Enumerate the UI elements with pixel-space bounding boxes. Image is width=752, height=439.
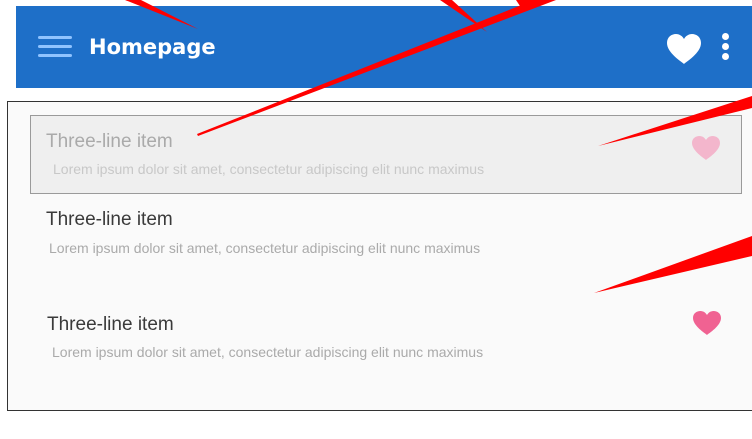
heart-icon[interactable] [691,309,723,337]
more-vert-icon[interactable] [718,33,732,67]
heart-icon[interactable] [664,32,704,66]
list-item-title: Three-line item [47,314,174,335]
list-item-subtitle: Lorem ipsum dolor sit amet, consectetur … [49,240,481,256]
list-item-title: Three-line item [46,209,173,230]
list-item-subtitle: Lorem ipsum dolor sit amet, consectetur … [52,344,484,360]
page-title: Homepage [89,35,216,59]
list-item-title: Three-line item [46,131,173,152]
list-item[interactable]: Three-line item Lorem ipsum dolor sit am… [30,300,742,370]
hamburger-icon[interactable] [38,34,72,60]
list-item[interactable]: Three-line item Lorem ipsum dolor sit am… [30,115,742,194]
top-app-bar: Homepage [16,6,752,88]
app-screen: Homepage Three-line item Lorem ipsum dol… [0,0,752,439]
heart-icon[interactable] [690,134,722,162]
list-item-subtitle: Lorem ipsum dolor sit amet, consectetur … [53,161,485,177]
list-item[interactable]: Three-line item Lorem ipsum dolor sit am… [30,198,742,290]
